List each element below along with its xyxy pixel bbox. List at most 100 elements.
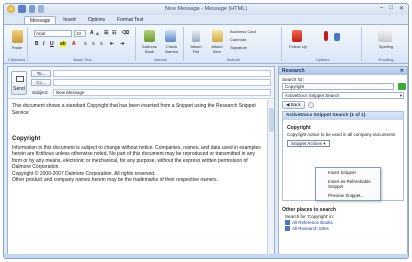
business-card-button[interactable]: Business Card	[230, 29, 278, 34]
chevron-down-icon: ▾	[399, 93, 402, 98]
group-names: Address Book Check Names Names	[138, 27, 184, 62]
group-basic-text: Arial 10 A A ☰ ☷ ⌫ B I U ab A ≡ ≡ ≡ ⇤ ⇥ …	[30, 27, 136, 62]
group-options: Follow Up Options	[284, 27, 362, 62]
menu-preview-snippet[interactable]: Preview Snippet...	[316, 191, 380, 200]
maximize-button[interactable]: □	[389, 5, 393, 12]
attach-file-label: Attach File	[190, 44, 202, 54]
highlight-button[interactable]: ab	[60, 41, 66, 47]
outlook-message-window: New Message - Message (HTML) – □ ✕ Messa…	[3, 3, 409, 259]
clear-format-button[interactable]: ⌫	[122, 30, 129, 36]
snippet-actions-menu: Insert Snippet Insert as Refreshable Sni…	[315, 167, 381, 201]
underline-button[interactable]: U	[50, 41, 54, 47]
check-names-label: Check Names	[165, 44, 178, 54]
status-bar	[4, 254, 408, 258]
bold-button[interactable]: B	[35, 41, 39, 47]
spelling-icon[interactable]	[378, 30, 392, 42]
address-book-label: Address Book	[142, 44, 157, 54]
window-title: New Message - Message (HTML)	[164, 6, 248, 12]
snippet-search-section: ActiveDocs Snippet Search (1 of 1) Copyr…	[282, 111, 404, 201]
link-research-sites-label: All Research Sites	[292, 226, 329, 231]
close-button[interactable]: ✕	[399, 5, 404, 12]
group-include: Attach File Attach Item Business Card Ca…	[186, 27, 282, 62]
research-pane-title: Research	[282, 68, 305, 74]
follow-up-label: Follow Up	[289, 44, 307, 49]
paste-icon[interactable]	[12, 30, 23, 43]
scrollbar-thumb[interactable]	[269, 108, 274, 132]
numbering-button[interactable]: ☷	[112, 30, 116, 36]
group-label-include: Include	[227, 57, 240, 62]
search-for-label: Search for:	[282, 77, 305, 82]
paste-label: Paste	[11, 45, 23, 50]
message-header: Send To... Cc... Subject: New Message	[8, 67, 274, 99]
research-pane-header: Research ✕	[279, 67, 407, 75]
forward-icon[interactable]	[307, 102, 314, 108]
low-importance-icon[interactable]	[334, 33, 340, 41]
result-title[interactable]: Copyright	[287, 125, 399, 131]
attach-file-icon[interactable]	[192, 30, 200, 42]
link-reference-books-label: All Reference Books	[292, 220, 333, 225]
vertical-scrollbar[interactable]	[267, 100, 274, 256]
font-size-select[interactable]: 10	[74, 30, 86, 37]
cc-field[interactable]	[53, 79, 271, 86]
font-color-button[interactable]: A	[72, 41, 76, 47]
globe-icon	[285, 226, 290, 231]
link-reference-books[interactable]: All Reference Books	[285, 220, 401, 225]
address-book-icon[interactable]	[144, 30, 155, 42]
menu-insert-refreshable[interactable]: Insert as Refreshable Snippet	[316, 177, 380, 191]
increase-indent-button[interactable]: ⇥	[120, 41, 124, 47]
envelope-icon	[16, 76, 24, 82]
title-bar: New Message - Message (HTML) – □ ✕	[4, 4, 408, 15]
send-label: Send	[13, 86, 25, 92]
signature-button[interactable]: Signature	[230, 45, 278, 50]
cc-button[interactable]: Cc...	[31, 79, 51, 86]
group-label-clipboard: Clipboard	[7, 57, 26, 62]
bullets-button[interactable]: ☰	[104, 30, 108, 36]
calendar-button[interactable]: Calendar	[230, 37, 278, 42]
italic-button[interactable]: I	[43, 41, 44, 47]
result-description: Copyright notice to be used in all compa…	[287, 132, 397, 137]
menu-insert-snippet[interactable]: Insert Snippet	[316, 168, 380, 177]
importance-icon[interactable]	[324, 31, 328, 41]
to-field[interactable]	[53, 70, 271, 77]
section-header[interactable]: ActiveDocs Snippet Search (1 of 1)	[283, 112, 403, 120]
attach-item-label: Attach Item	[211, 44, 223, 54]
align-center-button[interactable]: ≡	[92, 41, 95, 47]
back-label: Back	[290, 102, 301, 107]
close-pane-icon[interactable]: ✕	[400, 67, 404, 75]
back-button[interactable]: ◀ Back	[282, 101, 305, 109]
search-for-other: Search for 'Copyright' in:	[285, 214, 334, 219]
intro-text: This document shows a standard Copyright…	[12, 103, 256, 116]
attach-item-icon[interactable]	[212, 30, 223, 42]
message-body[interactable]: This document shows a standard Copyright…	[12, 103, 264, 184]
group-proofing: Spelling Proofing	[364, 27, 408, 62]
minimize-button[interactable]: –	[380, 5, 383, 12]
send-button[interactable]: Send	[11, 71, 27, 95]
spelling-label: Spelling	[378, 44, 394, 49]
subject-label: Subject:	[32, 90, 49, 95]
group-label-basic-text: Basic Text	[73, 57, 92, 62]
search-input[interactable]: Copyright	[282, 83, 394, 90]
font-name-select[interactable]: Arial	[34, 30, 72, 37]
snippet-actions-label: Snippet Actions	[291, 140, 323, 146]
to-button[interactable]: To...	[31, 70, 51, 77]
grow-font-button[interactable]: A	[90, 30, 94, 36]
group-label-options: Options	[315, 57, 330, 62]
decrease-indent-button[interactable]: ⇤	[110, 41, 114, 47]
snippet-actions-button[interactable]: Snippet Actions ▾	[287, 139, 330, 147]
copyright-paragraph: Information in this document is subject …	[12, 144, 261, 171]
ribbon: Paste Clipboard Arial 10 A A ☰ ☷ ⌫ B I U…	[4, 24, 408, 64]
align-right-button[interactable]: ≡	[100, 41, 103, 47]
align-left-button[interactable]: ≡	[84, 41, 87, 47]
copyright-heading: Copyright	[12, 136, 41, 142]
follow-up-flag-icon[interactable]	[292, 30, 302, 42]
service-select-value: ActiveDocs Snippet Search	[285, 93, 340, 98]
start-search-icon[interactable]	[398, 83, 406, 90]
group-clipboard: Paste Clipboard	[6, 27, 28, 62]
service-select[interactable]: ActiveDocs Snippet Search ▾	[282, 92, 404, 99]
check-names-icon[interactable]	[165, 30, 176, 42]
link-research-sites[interactable]: All Research Sites	[285, 226, 401, 231]
shrink-font-button[interactable]: A	[96, 31, 99, 36]
group-label-proofing: Proofing	[378, 57, 394, 62]
window-controls: – □ ✕	[380, 5, 404, 12]
subject-field[interactable]: New Message	[53, 89, 271, 96]
